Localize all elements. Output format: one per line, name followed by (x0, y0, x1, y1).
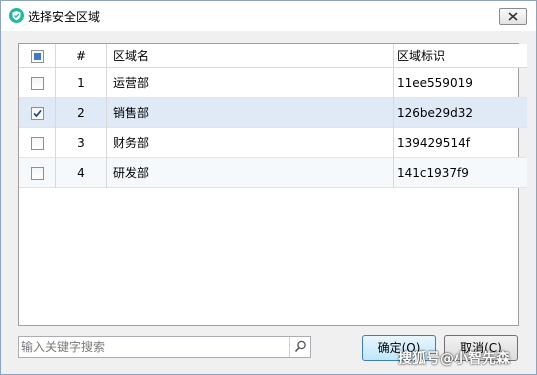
row-checkbox[interactable] (30, 106, 44, 120)
select-all-header[interactable] (19, 44, 56, 68)
table-row[interactable]: 1 运营部 11ee559019 (19, 67, 527, 98)
dialog-window: 选择安全区域 # 区域名 区域标识 1 运营部 11ee559019 2 销售部… (0, 0, 537, 375)
row-number: 2 (55, 97, 107, 128)
column-header-id[interactable]: 区域标识 (393, 44, 527, 68)
dialog-title: 选择安全区域 (28, 10, 101, 24)
row-name: 财务部 (106, 127, 394, 158)
search-input[interactable] (21, 339, 289, 355)
title-bar[interactable]: 选择安全区域 (1, 1, 536, 31)
row-id: 141c1937f9 (397, 165, 469, 180)
column-header-number[interactable]: # (55, 44, 107, 68)
row-number: 1 (55, 67, 107, 98)
search-icon (294, 340, 306, 353)
row-name: 销售部 (106, 97, 394, 128)
row-id: 139429514f (397, 135, 470, 150)
checkmark-icon (32, 109, 42, 117)
shield-app-icon (9, 8, 24, 23)
row-number: 3 (55, 127, 107, 158)
column-header-name[interactable]: 区域名 (106, 44, 394, 68)
table-row[interactable]: 4 研发部 141c1937f9 (19, 157, 527, 188)
row-name: 研发部 (106, 157, 394, 188)
table-row[interactable]: 2 销售部 126be29d32 (19, 97, 527, 128)
row-number: 4 (55, 157, 107, 188)
zone-table: # 区域名 区域标识 1 运营部 11ee559019 2 销售部 126be2… (19, 44, 527, 188)
table-row[interactable]: 3 财务部 139429514f (19, 127, 527, 158)
row-checkbox[interactable] (30, 136, 44, 150)
close-icon (508, 12, 518, 21)
row-checkbox[interactable] (30, 76, 44, 90)
search-button[interactable] (289, 337, 310, 357)
row-name: 运营部 (106, 67, 394, 98)
row-checkbox[interactable] (30, 166, 44, 180)
row-id: 11ee559019 (397, 75, 473, 90)
row-id: 126be29d32 (397, 105, 474, 120)
select-all-checkbox[interactable] (30, 49, 44, 63)
watermark: 搜狐号@小智先森 (398, 351, 510, 367)
search-box[interactable] (18, 336, 311, 358)
table-header-row: # 区域名 区域标识 (19, 44, 527, 68)
zone-table-panel[interactable]: # 区域名 区域标识 1 运营部 11ee559019 2 销售部 126be2… (18, 43, 527, 326)
close-button[interactable] (499, 8, 527, 25)
